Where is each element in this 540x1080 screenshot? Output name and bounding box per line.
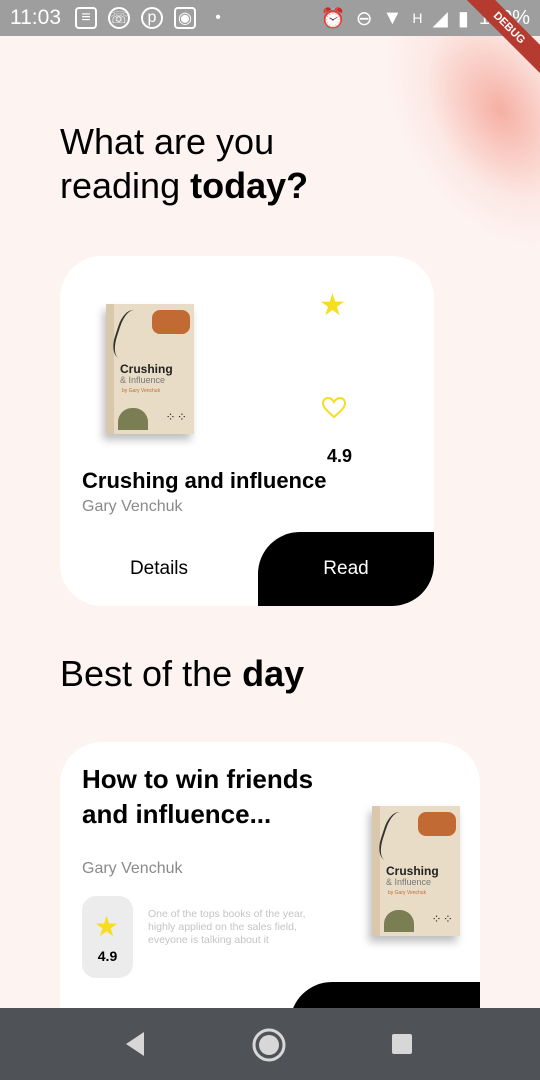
status-bar: 11:03 ≡ ☏ p ◉ • ⏰ ⊖ ▼ H ◢ ▮ 100% — [0, 0, 540, 36]
cover-decoration — [418, 812, 456, 836]
recents-icon — [392, 1034, 412, 1054]
signal-icon: ◢ — [432, 7, 448, 30]
cover-decoration — [118, 408, 148, 430]
recents-button[interactable] — [390, 1032, 414, 1056]
best-book-description: One of the tops books of the year, highl… — [148, 908, 306, 946]
read-button[interactable]: Read — [258, 532, 434, 606]
book-title: Crushing and influence — [82, 468, 327, 493]
back-button[interactable] — [122, 1030, 148, 1058]
battery-icon: ▮ — [457, 7, 469, 30]
cover-spine — [372, 806, 380, 936]
title-line1: What are you — [60, 121, 275, 162]
dot-icon: • — [215, 9, 221, 26]
home-icon — [252, 1028, 286, 1062]
home-button[interactable] — [251, 1027, 287, 1063]
best-book-author: Gary Venchuk — [82, 860, 183, 877]
best-book-title: How to win friends and influence... — [82, 764, 314, 829]
section-title: Best of the day — [60, 652, 304, 696]
network-type: H — [412, 10, 423, 26]
cover-title: Crushing — [120, 362, 173, 376]
cover-decoration — [384, 910, 414, 932]
navigation-bar — [0, 1008, 540, 1080]
cover-spine — [106, 304, 114, 434]
do-not-disturb-icon: ⊖ — [355, 7, 373, 30]
cover-leaf — [108, 307, 150, 363]
cover-dots: ⁘ ⁘ — [431, 912, 453, 926]
cover-decoration — [152, 310, 190, 334]
current-book-card[interactable]: Crushing & Influence by Gary Venchuk ⁘ ⁘… — [60, 256, 434, 606]
rating-value: 4.9 — [327, 446, 353, 466]
book-cover-image: Crushing & Influence by Gary Venchuk ⁘ ⁘ — [106, 304, 194, 434]
alarm-icon: ⏰ — [320, 7, 346, 30]
details-button[interactable]: Details — [60, 532, 258, 606]
section-title-bold: day — [242, 653, 305, 694]
rating-value: 4.9 — [97, 948, 118, 964]
star-icon: ★ — [94, 911, 120, 942]
heart-icon-svg — [321, 396, 347, 419]
book-cover-image: Crushing & Influence by Gary Venchuk ⁘ ⁘ — [372, 806, 460, 936]
pinterest-icon: p — [141, 7, 163, 29]
whatsapp-icon: ☏ — [108, 7, 130, 29]
cover-dots: ⁘ ⁘ — [165, 410, 187, 424]
page-title: What are you reading today? — [60, 120, 308, 208]
back-icon — [126, 1032, 144, 1056]
cover-author: by Gary Venchuk — [122, 388, 161, 394]
cover-author: by Gary Venchuk — [388, 890, 427, 896]
best-book-card[interactable]: How to win friends and influence... Gary… — [60, 742, 480, 1042]
title-line2-prefix: reading — [60, 165, 181, 206]
cover-subtitle: & Influence — [120, 375, 166, 385]
cover-subtitle: & Influence — [386, 877, 432, 887]
book-author: Gary Venchuk — [82, 498, 183, 515]
title-line2-bold: today? — [190, 165, 309, 206]
news-icon: ≡ — [75, 7, 97, 29]
section-title-prefix: Best of the — [60, 653, 233, 694]
cover-title: Crushing — [386, 864, 439, 878]
star-icon: ★ — [319, 289, 346, 322]
instagram-icon: ◉ — [174, 7, 196, 29]
heart-icon[interactable] — [321, 396, 347, 425]
wifi-icon: ▼ — [382, 6, 403, 29]
cover-leaf — [374, 809, 416, 865]
status-time: 11:03 — [10, 6, 61, 29]
rating-badge: ★ 4.9 — [82, 896, 133, 978]
